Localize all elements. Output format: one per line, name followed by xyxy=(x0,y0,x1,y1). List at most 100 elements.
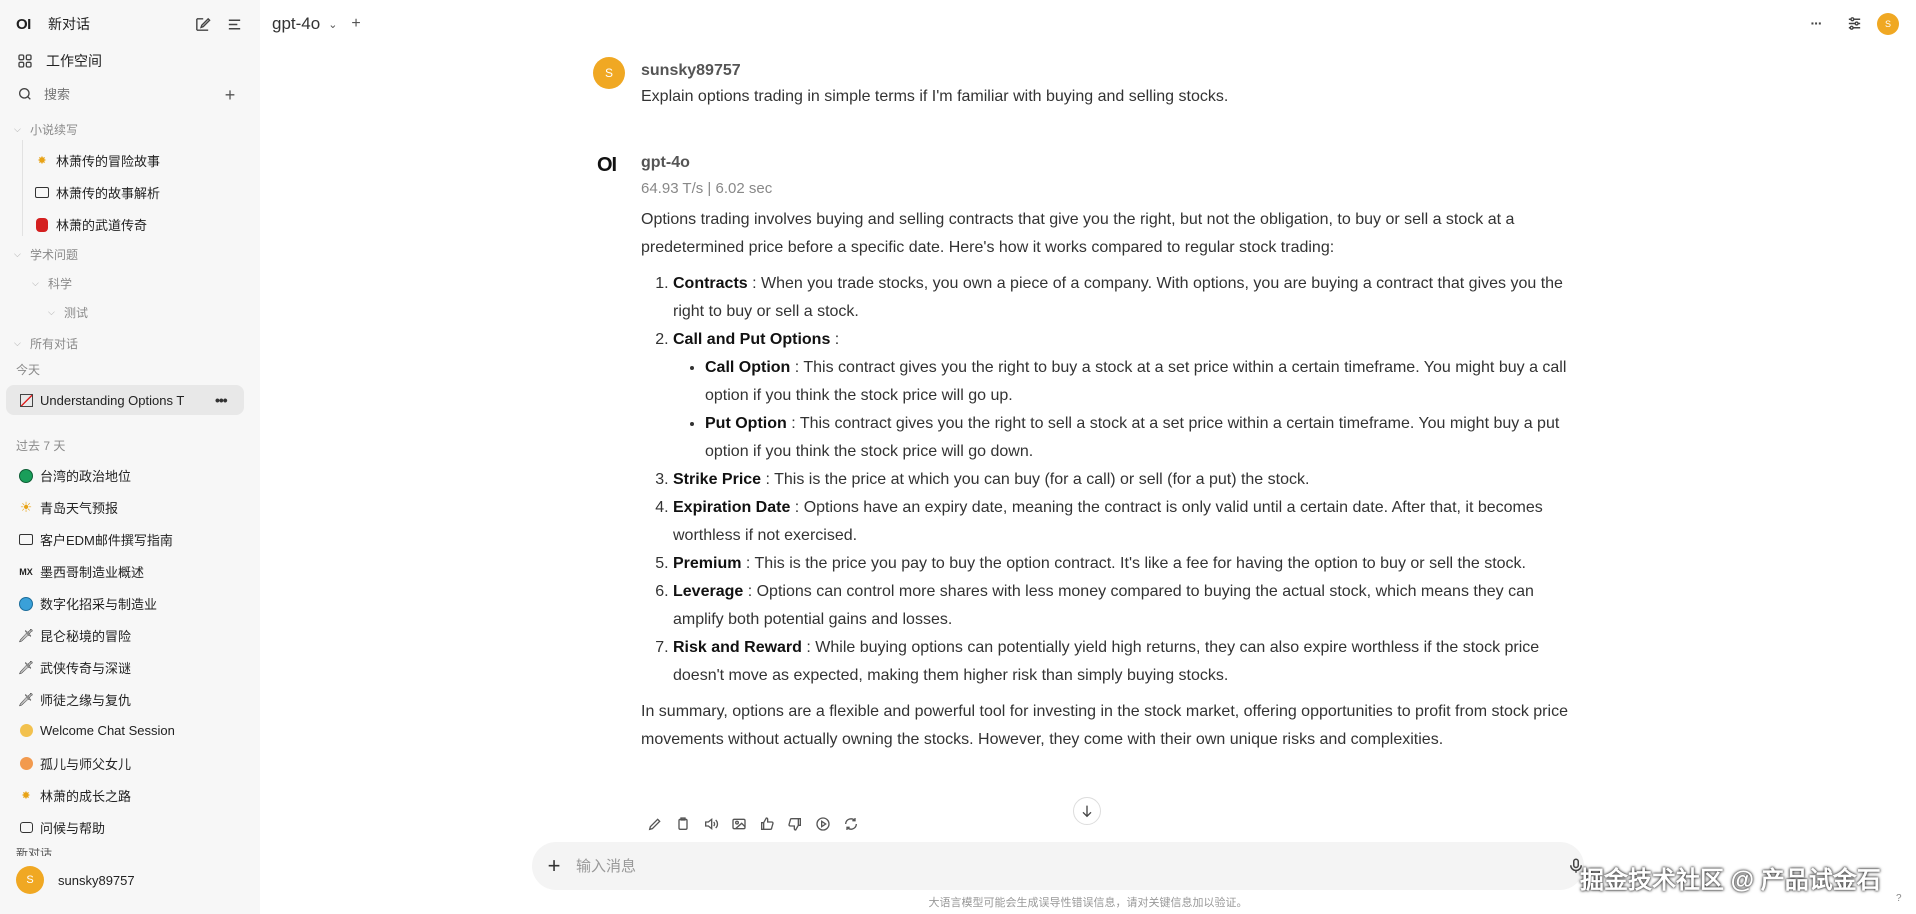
chat-item[interactable]: ✸ 林萧的成长之路 xyxy=(18,786,131,805)
folder-test[interactable]: ⌵ 测试 xyxy=(48,304,88,321)
more-options-icon[interactable]: ••• xyxy=(215,392,228,408)
chat-item[interactable]: 🗡 武侠传奇与深谜 xyxy=(18,658,131,677)
sword-icon: 🗡 xyxy=(17,659,35,675)
edit-icon[interactable] xyxy=(646,815,664,833)
window-icon xyxy=(34,185,50,201)
chat-item-active[interactable]: Understanding Options T xyxy=(18,392,206,408)
chat-item[interactable]: Welcome Chat Session xyxy=(18,722,175,738)
wave-icon xyxy=(18,722,34,738)
message-input[interactable] xyxy=(576,857,1584,875)
response-summary: In summary, options are a flexible and p… xyxy=(641,703,1568,748)
copy-icon[interactable] xyxy=(674,815,692,833)
chat-item-label: 昆仑秘境的冒险 xyxy=(40,629,132,644)
sidebar: OI 新对话 工作空间 + ⌵ 小说续写 ✸ 林萧传的冒险故事 林萧传的故事解析 xyxy=(0,0,260,914)
list-text: : While buying options can potentially y… xyxy=(673,639,1540,684)
chat-item[interactable]: 客户EDM邮件撰写指南 xyxy=(18,530,173,549)
folder-item[interactable]: 林萧的武道传奇 xyxy=(34,215,147,234)
folder-novel[interactable]: ⌵ 小说续写 xyxy=(14,121,78,138)
chevron-down-icon: ⌵ xyxy=(14,249,21,259)
chat-item[interactable]: 🗡 师徒之缘与复仇 xyxy=(18,690,131,709)
list-item: Leverage : Options can control more shar… xyxy=(673,578,1581,634)
list-term: Call and Put Options xyxy=(673,331,831,348)
watermark: 掘金技术社区 @ 产品试金石 xyxy=(1580,867,1881,894)
folder-item-label: 林萧传的故事解析 xyxy=(56,186,161,201)
user-menu[interactable]: S sunsky89757 xyxy=(16,866,135,894)
list-item: Contracts : When you trade stocks, you o… xyxy=(673,270,1581,326)
folder-academic[interactable]: ⌵ 学术问题 xyxy=(14,246,78,263)
chat-item-label: 客户EDM邮件撰写指南 xyxy=(40,533,173,548)
list-text: : Options have an expiry date, meaning t… xyxy=(673,499,1543,544)
sidebar-toggle-icon[interactable] xyxy=(222,12,246,36)
thumbs-down-icon[interactable] xyxy=(786,815,804,833)
list-term: Premium xyxy=(673,555,742,572)
section-past-7-days: 过去 7 天 xyxy=(16,439,66,453)
section-today: 今天 xyxy=(16,363,41,377)
chat-item[interactable]: MX 墨西哥制造业概述 xyxy=(18,562,144,581)
model-selector[interactable]: gpt-4o ⌄ + xyxy=(272,14,361,34)
chat-item-label: 问候与帮助 xyxy=(40,821,106,836)
play-icon[interactable] xyxy=(814,815,832,833)
chat-item[interactable]: 孤儿与师父女儿 xyxy=(18,754,131,773)
person-icon xyxy=(18,756,34,772)
chat-item-label: 林萧的成长之路 xyxy=(40,789,132,804)
new-chat-link[interactable]: 新对话 xyxy=(48,14,190,34)
workspace-link[interactable]: 工作空间 xyxy=(16,51,102,71)
folder-item[interactable]: 林萧传的故事解析 xyxy=(34,183,160,202)
folder-science[interactable]: ⌵ 科学 xyxy=(32,275,72,292)
chevron-down-icon: ⌵ xyxy=(32,278,39,288)
chevron-down-icon: ⌵ xyxy=(14,338,21,348)
avatar[interactable]: S xyxy=(1877,13,1899,35)
chat-item[interactable]: 🗡 昆仑秘境的冒险 xyxy=(18,626,131,645)
list-term: Put Option xyxy=(705,415,787,432)
list-text: : This contract gives you the right to b… xyxy=(705,359,1567,404)
folder-all-chats[interactable]: ⌵ 所有对话 xyxy=(14,335,78,352)
add-folder-icon[interactable]: + xyxy=(220,85,240,105)
controls-icon[interactable] xyxy=(1843,12,1865,34)
speaker-icon[interactable] xyxy=(702,815,720,833)
chat-item[interactable]: 数字化招采与制造业 xyxy=(18,594,157,613)
attach-icon[interactable]: + xyxy=(532,853,576,879)
email-icon xyxy=(18,532,34,548)
chat-item[interactable]: 问候与帮助 xyxy=(18,818,105,837)
more-icon[interactable]: ··· xyxy=(1806,12,1826,34)
edit-icon[interactable] xyxy=(190,12,214,36)
globe-icon xyxy=(18,468,34,484)
avatar: S xyxy=(16,866,44,894)
chat-item[interactable]: ☀ 青岛天气预报 xyxy=(18,498,118,517)
chat-item-label: Understanding Options T xyxy=(40,392,185,408)
user-avatar: S xyxy=(593,57,625,89)
workspace-label: 工作空间 xyxy=(46,53,102,69)
chevron-down-icon: ⌵ xyxy=(14,124,21,134)
assistant-avatar: OI xyxy=(597,154,617,176)
response-list: Contracts : When you trade stocks, you o… xyxy=(641,270,1581,690)
chat-item-cut[interactable]: 新对话 xyxy=(16,848,52,856)
response-intro: Options trading involves buying and sell… xyxy=(641,211,1515,256)
list-term: Expiration Date xyxy=(673,499,791,516)
assistant-name: gpt-4o xyxy=(641,154,690,171)
list-text: : When you trade stocks, you own a piece… xyxy=(673,275,1563,320)
chat-item-label: Welcome Chat Session xyxy=(40,722,175,738)
folder-label: 所有对话 xyxy=(30,337,79,351)
help-icon[interactable]: ? xyxy=(1896,893,1902,904)
list-item: Premium : This is the price you pay to b… xyxy=(673,550,1581,578)
user-message-name: sunsky89757 xyxy=(641,62,741,79)
folder-item[interactable]: ✸ 林萧传的冒险故事 xyxy=(34,151,160,170)
search-row xyxy=(16,85,204,103)
sub-list-item: Call Option : This contract gives you th… xyxy=(705,354,1581,410)
sparkle-icon: ✸ xyxy=(37,155,47,167)
regenerate-icon[interactable] xyxy=(842,815,860,833)
chat-icon xyxy=(18,820,34,836)
thumbs-up-icon[interactable] xyxy=(758,815,776,833)
message-actions xyxy=(646,815,860,833)
add-model-icon[interactable]: + xyxy=(351,15,360,33)
arrow-down-icon xyxy=(1082,805,1092,818)
list-text: : This is the price you pay to buy the o… xyxy=(741,555,1526,572)
sparkle-icon: ✸ xyxy=(21,790,31,802)
message-composer: + xyxy=(532,842,1584,890)
folder-label: 学术问题 xyxy=(30,248,79,262)
image-icon[interactable] xyxy=(730,815,748,833)
chevron-down-icon: ⌄ xyxy=(328,18,338,31)
scroll-down-button[interactable] xyxy=(1073,797,1101,825)
chat-item[interactable]: 台湾的政治地位 xyxy=(18,466,131,485)
search-input[interactable] xyxy=(44,86,204,102)
